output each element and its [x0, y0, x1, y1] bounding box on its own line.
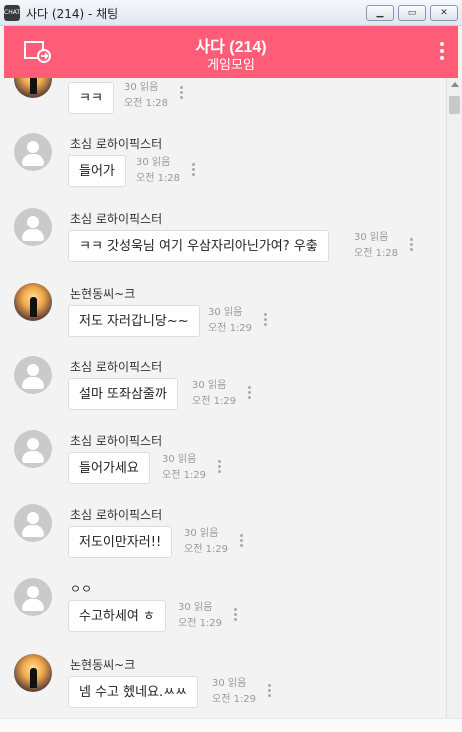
- message-time: 오전 1:28: [136, 173, 181, 184]
- message-meta: 30 읽음 오전 1:28: [354, 230, 398, 262]
- message-bubble[interactable]: 넴 수고 헸네요.ㅆㅆ: [68, 676, 199, 708]
- message-bubble[interactable]: ㅋㅋ: [68, 82, 114, 114]
- chat-message: 초심 로하이픽스터 ㅋㅋ 갓성욱님 여기 우삼자리아닌가여? 우춯 30 읽음 …: [4, 208, 446, 272]
- chat-message-list[interactable]: ㅋㅋ 30 읽음 오전 1:28 초심 로하이픽스터 들어가 30 읽음 오전 …: [4, 78, 446, 718]
- message-meta: 30 읽음 오전 1:29: [178, 600, 222, 632]
- message-time: 오전 1:29: [208, 323, 253, 334]
- message-bubble[interactable]: 들어가세요: [68, 452, 150, 484]
- message-bubble[interactable]: ㅋㅋ 갓성욱님 여기 우삼자리아닌가여? 우춯: [68, 230, 329, 262]
- message-options-icon[interactable]: [264, 313, 268, 327]
- window-titlebar: CHAT 사다 (214) - 채팅 ▁ ▭ ✕: [0, 0, 462, 26]
- read-count: 30 읽음: [192, 380, 227, 391]
- message-time: 오전 1:28: [124, 98, 169, 109]
- chat-scrollbar[interactable]: [446, 78, 462, 718]
- message-bubble[interactable]: 수고하세여 ㅎ: [68, 600, 166, 632]
- read-count: 30 읽음: [162, 454, 197, 465]
- message-options-icon[interactable]: [180, 86, 184, 100]
- sender-avatar[interactable]: [14, 208, 52, 246]
- sender-name: 논현동씨~크: [70, 287, 136, 301]
- message-time: 오전 1:29: [192, 396, 237, 407]
- sender-avatar[interactable]: [14, 578, 52, 616]
- chat-message: 초심 로하이픽스터 들어가 30 읽음 오전 1:28: [4, 133, 446, 197]
- chat-message: 초심 로하이픽스터 들어가세요 30 읽음 오전 1:29: [4, 430, 446, 494]
- message-time: 오전 1:28: [354, 248, 399, 259]
- message-bubble[interactable]: 저도 자러갑니당~~: [68, 305, 200, 337]
- message-bubble[interactable]: 들어가: [68, 155, 126, 187]
- message-meta: 30 읽음 오전 1:29: [212, 676, 256, 708]
- sender-avatar[interactable]: [14, 654, 52, 692]
- window-title: 사다 (214) - 채팅: [26, 7, 119, 21]
- close-button[interactable]: ✕: [430, 5, 458, 21]
- sender-name: 초심 로하이픽스터: [70, 360, 163, 374]
- message-meta: 30 읽음 오전 1:29: [192, 378, 236, 410]
- message-time: 오전 1:29: [212, 694, 257, 705]
- message-options-icon[interactable]: [268, 684, 272, 698]
- message-options-icon[interactable]: [410, 238, 414, 252]
- message-meta: 30 읽음 오전 1:28: [136, 155, 180, 187]
- sender-avatar[interactable]: [14, 78, 52, 98]
- sender-name: 초심 로하이픽스터: [70, 137, 163, 151]
- message-meta: 30 읽음 오전 1:29: [162, 452, 206, 484]
- message-time: 오전 1:29: [162, 470, 207, 481]
- sender-avatar[interactable]: [14, 133, 52, 171]
- message-options-icon[interactable]: [240, 534, 244, 548]
- chat-message: 논현동씨~크 넴 수고 헸네요.ㅆㅆ 30 읽음 오전 1:29: [4, 654, 446, 718]
- message-options-icon[interactable]: [248, 386, 252, 400]
- message-bubble[interactable]: 저도이만자러!!: [68, 526, 173, 558]
- chat-message: 논현동씨~크 저도 자러갑니당~~ 30 읽음 오전 1:29: [4, 283, 446, 347]
- sender-avatar[interactable]: [14, 430, 52, 468]
- chat-bottom-edge: [0, 718, 462, 732]
- sender-avatar[interactable]: [14, 504, 52, 542]
- sender-name: 초심 로하이픽스터: [70, 434, 163, 448]
- chat-message: 초심 로하이픽스터 설마 또좌삼줄까 30 읽음 오전 1:29: [4, 356, 446, 420]
- sender-name: 논현동씨~크: [70, 658, 136, 672]
- read-count: 30 읽음: [124, 82, 159, 93]
- maximize-button[interactable]: ▭: [398, 5, 426, 21]
- sender-name: ㅇㅇ: [70, 582, 93, 596]
- read-count: 30 읽음: [212, 678, 247, 689]
- message-time: 오전 1:29: [184, 544, 229, 555]
- read-count: 30 읽음: [354, 232, 389, 243]
- read-count: 30 읽음: [184, 528, 219, 539]
- message-options-icon[interactable]: [234, 608, 238, 622]
- message-time: 오전 1:29: [178, 618, 223, 629]
- message-meta: 30 읽음 오전 1:29: [184, 526, 228, 558]
- scroll-up-arrow-icon[interactable]: [451, 82, 459, 87]
- chat-message: ㅇㅇ 수고하세여 ㅎ 30 읽음 오전 1:29: [4, 578, 446, 642]
- message-meta: 30 읽음 오전 1:29: [208, 305, 252, 337]
- minimize-button[interactable]: ▁: [366, 5, 394, 21]
- chat-header: 사다 (214) 게임모임: [4, 26, 458, 78]
- read-count: 30 읽음: [136, 157, 171, 168]
- room-subtitle: 게임모임: [207, 58, 255, 73]
- message-options-icon[interactable]: [192, 163, 196, 177]
- read-count: 30 읽음: [208, 307, 243, 318]
- sender-name: 초심 로하이픽스터: [70, 508, 163, 522]
- read-count: 30 읽음: [178, 602, 213, 613]
- chat-message: ㅋㅋ 30 읽음 오전 1:28: [4, 78, 446, 120]
- chat-message: 초심 로하이픽스터 저도이만자러!! 30 읽음 오전 1:29: [4, 504, 446, 568]
- sender-avatar[interactable]: [14, 356, 52, 394]
- chat-app-icon: CHAT: [4, 5, 20, 21]
- scrollbar-thumb[interactable]: [449, 96, 460, 114]
- sender-name: 초심 로하이픽스터: [70, 212, 163, 226]
- message-bubble[interactable]: 설마 또좌삼줄까: [68, 378, 178, 410]
- sender-avatar[interactable]: [14, 283, 52, 321]
- message-meta: 30 읽음 오전 1:28: [124, 80, 168, 112]
- message-options-icon[interactable]: [218, 460, 222, 474]
- more-menu-icon[interactable]: [438, 42, 446, 62]
